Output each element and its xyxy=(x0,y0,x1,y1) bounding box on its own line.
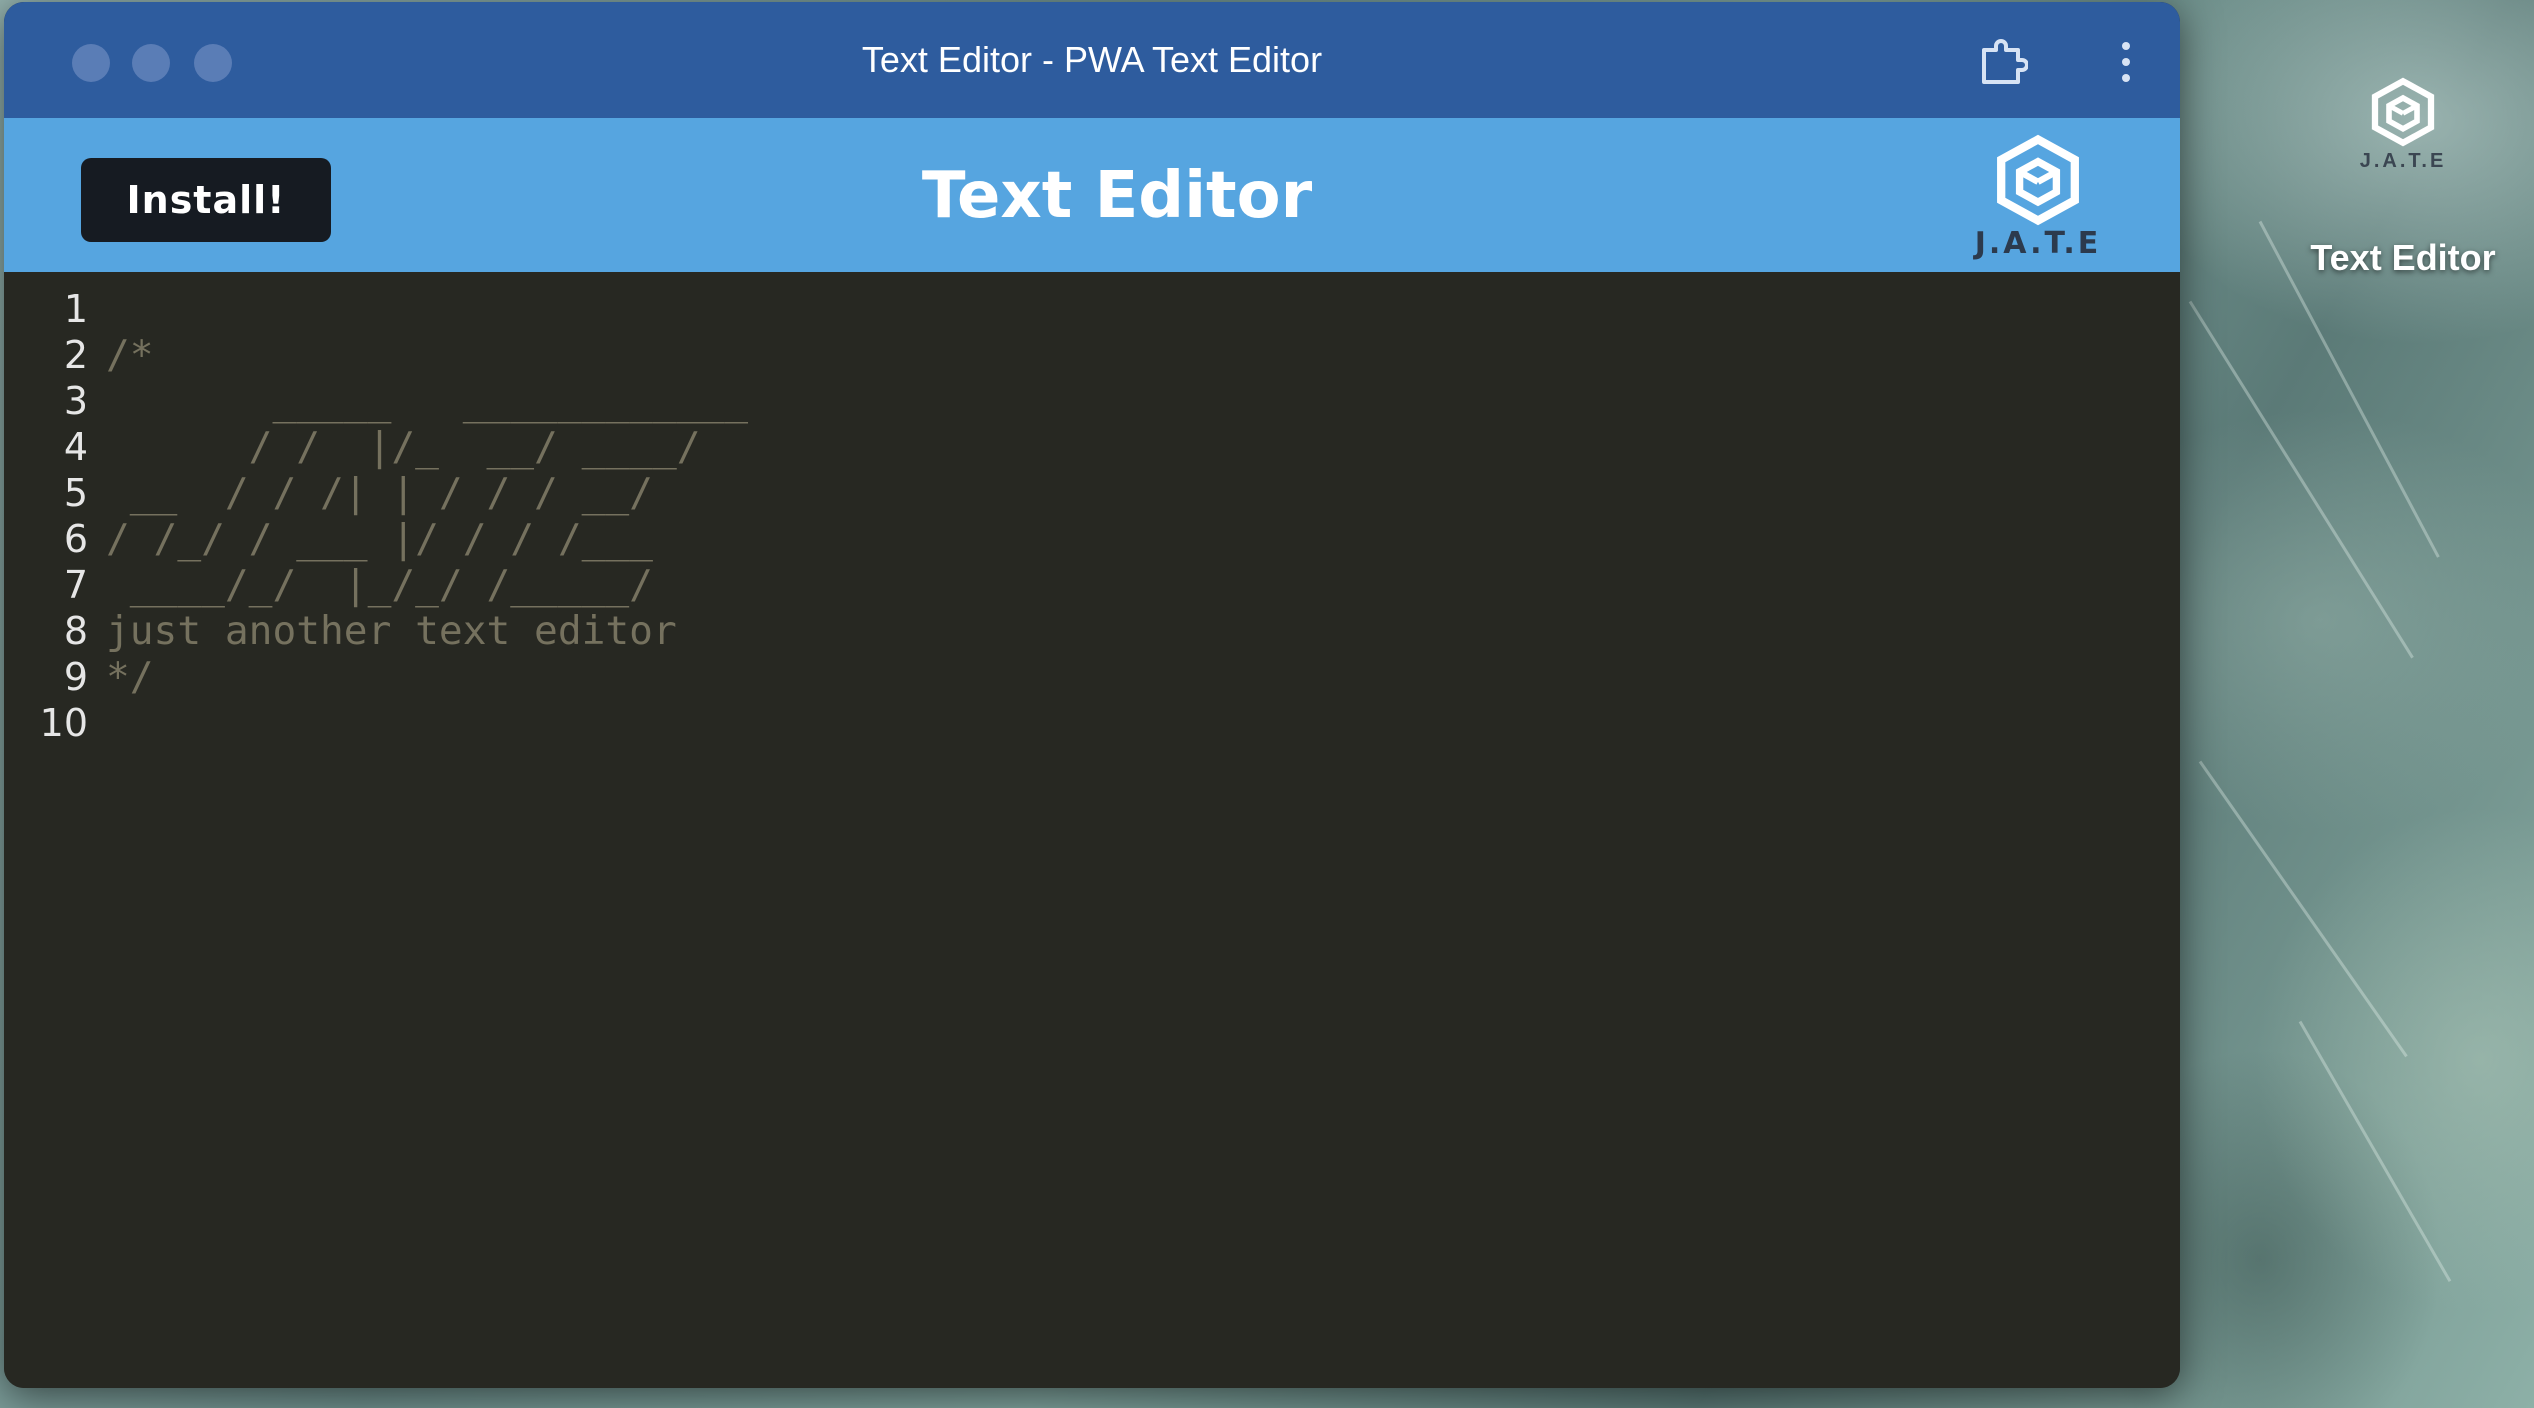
line-number: 10 xyxy=(39,701,88,745)
line-number: 3 xyxy=(63,379,88,423)
title-bar: Text Editor - PWA Text Editor xyxy=(4,2,2180,118)
code-line[interactable]: _____ ____________ xyxy=(106,378,2180,424)
code-line[interactable]: */ xyxy=(106,654,2180,700)
app-window: Text Editor - PWA Text Editor Install! T… xyxy=(4,2,2180,1388)
code-line[interactable] xyxy=(106,286,2180,332)
code-line[interactable]: /* xyxy=(106,332,2180,378)
line-number: 1 xyxy=(63,287,88,331)
code-line[interactable]: / /_/ / ___ |/ / / /___ xyxy=(106,516,2180,562)
code-line[interactable]: / / |/_ __/ ____/ xyxy=(106,424,2180,470)
app-header: Install! Text Editor J.A.T.E xyxy=(4,118,2180,272)
logo-text: J.A.T.E xyxy=(1974,226,2102,261)
page-title: Text Editor xyxy=(921,159,1313,233)
code-line[interactable]: ____/_/ |_/_/ /_____/ xyxy=(106,562,2180,608)
shortcut-label: Text Editor xyxy=(2310,237,2496,278)
shortcut-brand-text: J.A.T.E xyxy=(2359,150,2447,172)
extension-button[interactable] xyxy=(1972,32,2032,92)
line-number: 5 xyxy=(63,471,88,515)
code-text-area[interactable]: /* _____ ____________ / / |/_ __/ ____/ … xyxy=(106,286,2180,746)
line-number-gutter: 1 2 3 4 5 6 7 8 9 10 xyxy=(4,286,88,746)
line-number: 7 xyxy=(63,563,88,607)
hexagon-cube-logo-icon xyxy=(2371,77,2435,147)
line-number: 6 xyxy=(63,517,88,561)
header-logo: J.A.T.E xyxy=(1958,132,2118,261)
code-editor[interactable]: 1 2 3 4 5 6 7 8 9 10 /* _____ __________… xyxy=(4,272,2180,1388)
wallpaper-streak xyxy=(2298,1020,2452,1283)
code-line[interactable] xyxy=(106,700,2180,746)
line-number: 9 xyxy=(63,655,88,699)
more-menu-button[interactable] xyxy=(2096,32,2156,92)
line-number: 4 xyxy=(63,425,88,469)
wallpaper-streak xyxy=(2198,760,2408,1058)
code-line[interactable]: __ / / /| | / / / __/ xyxy=(106,470,2180,516)
wallpaper-streak xyxy=(2188,300,2414,659)
line-number: 2 xyxy=(63,333,88,377)
line-number: 8 xyxy=(63,609,88,653)
hexagon-cube-logo-icon xyxy=(1997,134,2079,226)
desktop-shortcut-text-editor[interactable]: J.A.T.E Text Editor xyxy=(2288,76,2518,279)
code-line[interactable]: just another text editor xyxy=(106,608,2180,654)
puzzle-extension-icon xyxy=(1982,39,2028,84)
window-title: Text Editor - PWA Text Editor xyxy=(861,39,1323,80)
vertical-ellipsis-icon xyxy=(2122,42,2130,82)
